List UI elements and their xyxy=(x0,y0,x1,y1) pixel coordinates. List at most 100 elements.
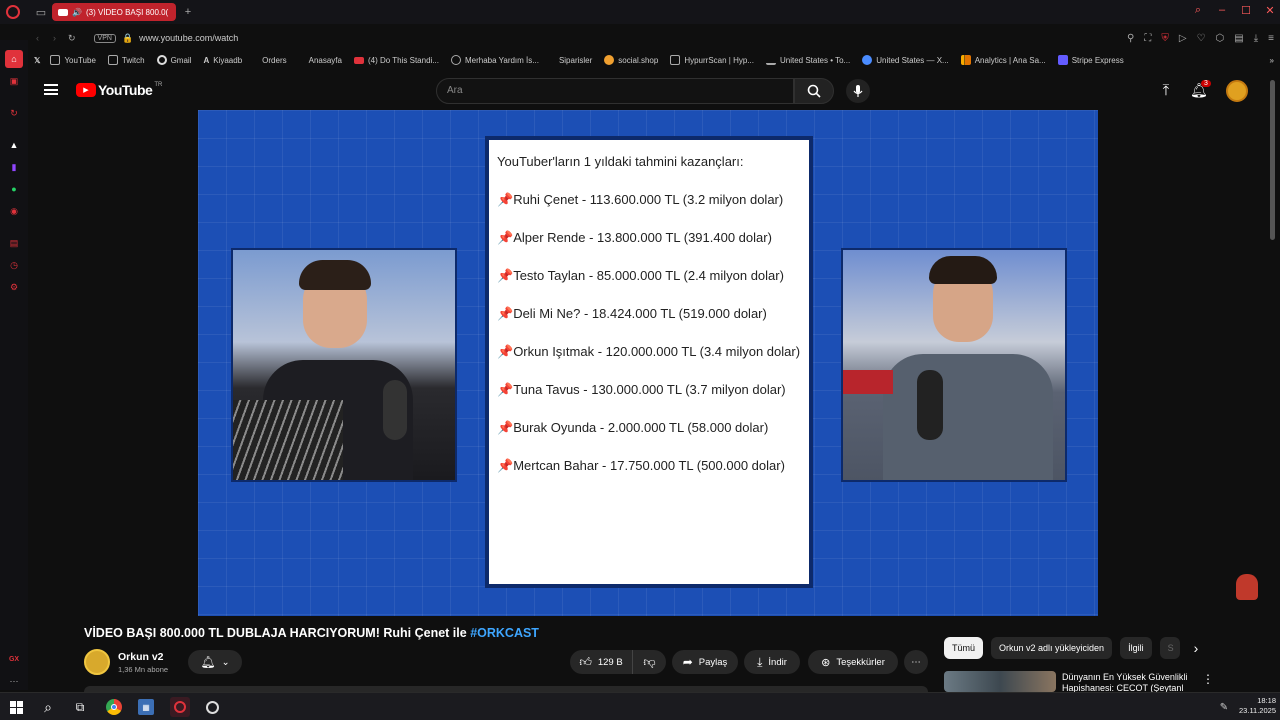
share-button[interactable]: ➦ Paylaş xyxy=(672,650,738,674)
twitch-icon[interactable]: ▮ xyxy=(7,160,21,174)
search-button[interactable] xyxy=(794,78,834,104)
opera-gx-taskbar-icon[interactable] xyxy=(170,697,190,717)
vpn-badge[interactable]: VPN xyxy=(93,33,116,43)
calculator-icon[interactable]: ▦ xyxy=(138,699,154,715)
bookmark-social-shop[interactable]: social.shop xyxy=(604,55,658,65)
history-icon[interactable]: ◷ xyxy=(7,258,21,272)
microphone-icon xyxy=(853,85,863,97)
snapshot-icon[interactable]: ⛶ xyxy=(1144,33,1151,44)
bookmark-stripe[interactable]: Stripe Express xyxy=(1057,55,1124,65)
bookmark-twitch[interactable]: Twitch xyxy=(107,55,145,65)
notifications-button[interactable]: 🔔︎ 3 xyxy=(1190,80,1211,100)
bookmark-gmail[interactable]: Gmail xyxy=(156,55,191,65)
whatsapp-icon[interactable]: ● xyxy=(7,182,21,196)
bookmark-siparisler[interactable]: Siparisler xyxy=(559,56,592,65)
bookmark-united-states-1[interactable]: United States • To... xyxy=(765,55,850,65)
download-button[interactable]: ⤓ İndir xyxy=(744,650,800,674)
bookmark-kiyaadb[interactable]: A Kiyaadb xyxy=(203,56,242,65)
more-icon[interactable]: ⋯ xyxy=(7,674,21,688)
bookmark-hypurrscan[interactable]: HypurrScan | Hyp... xyxy=(670,55,754,65)
aria-icon[interactable]: ▲ xyxy=(7,138,21,152)
pin-icon[interactable]: ⚲ xyxy=(1127,33,1134,44)
chip-related[interactable]: İlgili xyxy=(1120,637,1152,659)
bookmark-united-states-2[interactable]: United States — X... xyxy=(862,55,949,65)
search-input[interactable]: Ara xyxy=(436,78,794,104)
analytics-icon xyxy=(960,55,971,65)
youtube-music-icon[interactable]: ◉ xyxy=(7,204,21,218)
related-more-icon[interactable]: ⋮ xyxy=(1202,672,1214,686)
hashtag-link[interactable]: #ORKCAST xyxy=(470,626,539,640)
settings-icon[interactable]: ⚙ xyxy=(7,280,21,294)
lock-icon: 🔒 xyxy=(121,32,134,43)
like-button[interactable]: 👍︎ 129 B xyxy=(570,650,632,674)
bookmark-orders[interactable]: Orders xyxy=(262,56,286,65)
voice-search-button[interactable] xyxy=(846,79,870,103)
taskbar-search-icon[interactable]: ⌕ xyxy=(40,699,56,715)
chevron-right-icon[interactable]: › xyxy=(1194,640,1199,656)
gx-controls-icon[interactable]: ▣ xyxy=(7,74,21,88)
chrome-icon[interactable] xyxy=(106,699,122,715)
thumbs-up-icon: 👍︎ xyxy=(579,654,592,669)
heart-icon[interactable]: ♡ xyxy=(1197,33,1206,44)
thanks-button[interactable]: ⊛ Teşekkürler xyxy=(808,650,898,674)
forward-icon[interactable]: › xyxy=(53,33,56,43)
pinboard-icon[interactable]: ▤ xyxy=(7,236,21,250)
chip-uploader[interactable]: Orkun v2 adlı yükleyiciden xyxy=(991,637,1113,659)
home-icon[interactable]: ⌂ xyxy=(5,50,23,68)
reload-icon[interactable]: ↻ xyxy=(68,33,76,44)
task-view-icon[interactable]: ⧉ xyxy=(72,699,88,715)
bookmark-merhaba[interactable]: Merhaba Yardım İs... xyxy=(450,55,539,65)
back-icon[interactable]: ‹ xyxy=(36,33,39,43)
upload-icon[interactable]: ⤒ xyxy=(1158,82,1174,100)
bookmark-anasayfa[interactable]: Anasayfa xyxy=(309,56,342,65)
mini-avatar[interactable] xyxy=(1236,574,1258,600)
pin-icon: 📌 xyxy=(497,268,514,283)
wallet-icon[interactable]: ▤ xyxy=(1234,33,1243,44)
youtube-logo-text: YouTube xyxy=(98,82,153,98)
maximize-button[interactable]: ☐ xyxy=(1240,4,1252,17)
shield-icon[interactable]: ⛨ xyxy=(1161,33,1169,44)
extensions-icon[interactable]: ⬡ xyxy=(1216,33,1225,44)
url-field[interactable]: www.youtube.com/watch xyxy=(139,33,238,43)
avatar[interactable] xyxy=(1226,80,1248,102)
browser-tab[interactable]: 🔊 (3) VİDEO BAŞI 800.0( xyxy=(52,3,176,21)
thumbs-down-icon: 👎︎ xyxy=(643,654,656,669)
youtube-logo[interactable]: ▶ YouTube TR xyxy=(76,82,162,98)
subscription-bell-button[interactable]: 🔔︎ ⌄ xyxy=(188,650,242,674)
chip-more[interactable]: S xyxy=(1159,637,1180,659)
hamburger-menu-icon[interactable] xyxy=(44,84,58,95)
close-window-button[interactable]: ✕ xyxy=(1264,4,1276,17)
player-icon[interactable]: ▷ xyxy=(1179,33,1187,44)
dislike-button[interactable]: 👎︎ xyxy=(632,650,666,674)
minimize-button[interactable]: – xyxy=(1216,4,1228,17)
menu-icon[interactable]: ≡ xyxy=(1268,33,1274,44)
related-video-title[interactable]: Dünyanın En Yüksek Güvenlikli Hapishanes… xyxy=(1062,672,1192,692)
video-player[interactable]: YouTuber'ların 1 yıldaki tahmini kazançl… xyxy=(198,110,1098,616)
tab-manager-icon[interactable]: ▭ xyxy=(34,5,48,19)
opera-logo-icon[interactable] xyxy=(6,5,20,19)
earnings-entry: 📌Burak Oyunda - 2.000.000 TL (58.000 dol… xyxy=(497,420,769,435)
clock[interactable]: 18:18 23.11.2025 xyxy=(1238,696,1276,716)
windows-taskbar: ⌕ ⧉ ▦ ✎ 18:18 23.11.2025 xyxy=(0,692,1280,720)
gx-cleaner-icon[interactable]: ↻ xyxy=(7,106,21,120)
more-bookmarks-icon[interactable]: » xyxy=(1270,56,1274,65)
windows-start-icon[interactable] xyxy=(8,699,24,715)
chip-all[interactable]: Tümü xyxy=(944,637,984,659)
page-scrollbar[interactable] xyxy=(1270,80,1275,240)
search-icon xyxy=(807,84,821,98)
download-icon[interactable]: ⤓ xyxy=(1254,33,1258,44)
related-video-thumbnail[interactable] xyxy=(944,671,1056,692)
bookmark-do-this[interactable]: (4) Do This Standi... xyxy=(353,56,439,65)
channel-name[interactable]: Orkun v2 xyxy=(118,651,168,663)
bookmark-youtube[interactable]: YouTube xyxy=(50,55,96,65)
bookmark-analytics[interactable]: Analytics | Ana Sa... xyxy=(960,55,1046,65)
opera-taskbar-icon[interactable] xyxy=(204,699,220,715)
channel-avatar[interactable] xyxy=(84,649,110,675)
tray-pen-icon[interactable]: ✎ xyxy=(1216,699,1232,715)
earnings-entry: 📌Ruhi Çenet - 113.600.000 TL (3.2 milyon… xyxy=(497,192,784,207)
more-actions-button[interactable]: ⋯ xyxy=(904,650,928,674)
earnings-entry: 📌Alper Rende - 13.800.000 TL (391.400 do… xyxy=(497,230,772,245)
x-icon[interactable]: 𝕏 xyxy=(34,56,40,65)
new-tab-button[interactable]: + xyxy=(182,5,194,19)
search-tabs-icon[interactable]: ⌕ xyxy=(1192,4,1204,17)
